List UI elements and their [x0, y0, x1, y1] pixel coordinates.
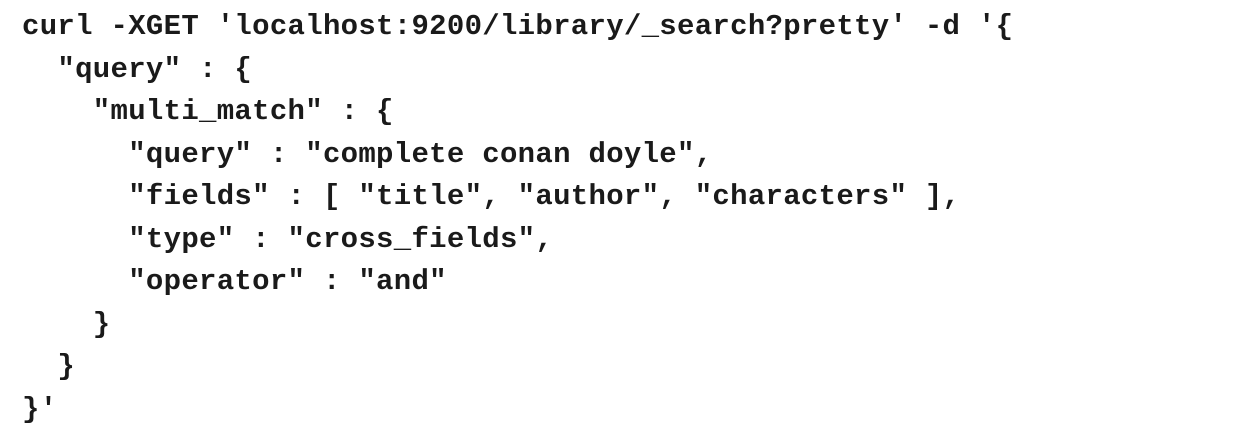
code-line-operator: "operator" : "and"	[22, 265, 447, 298]
code-line-query-open: "query" : {	[22, 52, 253, 86]
code-line-multi-match-close: }	[22, 307, 111, 341]
code-line-fields: "fields" : [ "title", "author", "charact…	[22, 180, 961, 213]
code-line-type: "type" : "cross_fields",	[22, 222, 554, 256]
code-line-multi-match-open: "multi_match" : {	[22, 95, 394, 128]
code-line-query-value: "query" : "complete conan doyle",	[22, 137, 713, 171]
code-line-query-close: }	[22, 350, 76, 383]
code-line-curl-command: curl -XGET 'localhost:9200/library/_sear…	[22, 10, 1014, 43]
code-line-body-close: }'	[22, 392, 58, 426]
code-block: curl -XGET 'localhost:9200/library/_sear…	[0, 0, 1248, 444]
